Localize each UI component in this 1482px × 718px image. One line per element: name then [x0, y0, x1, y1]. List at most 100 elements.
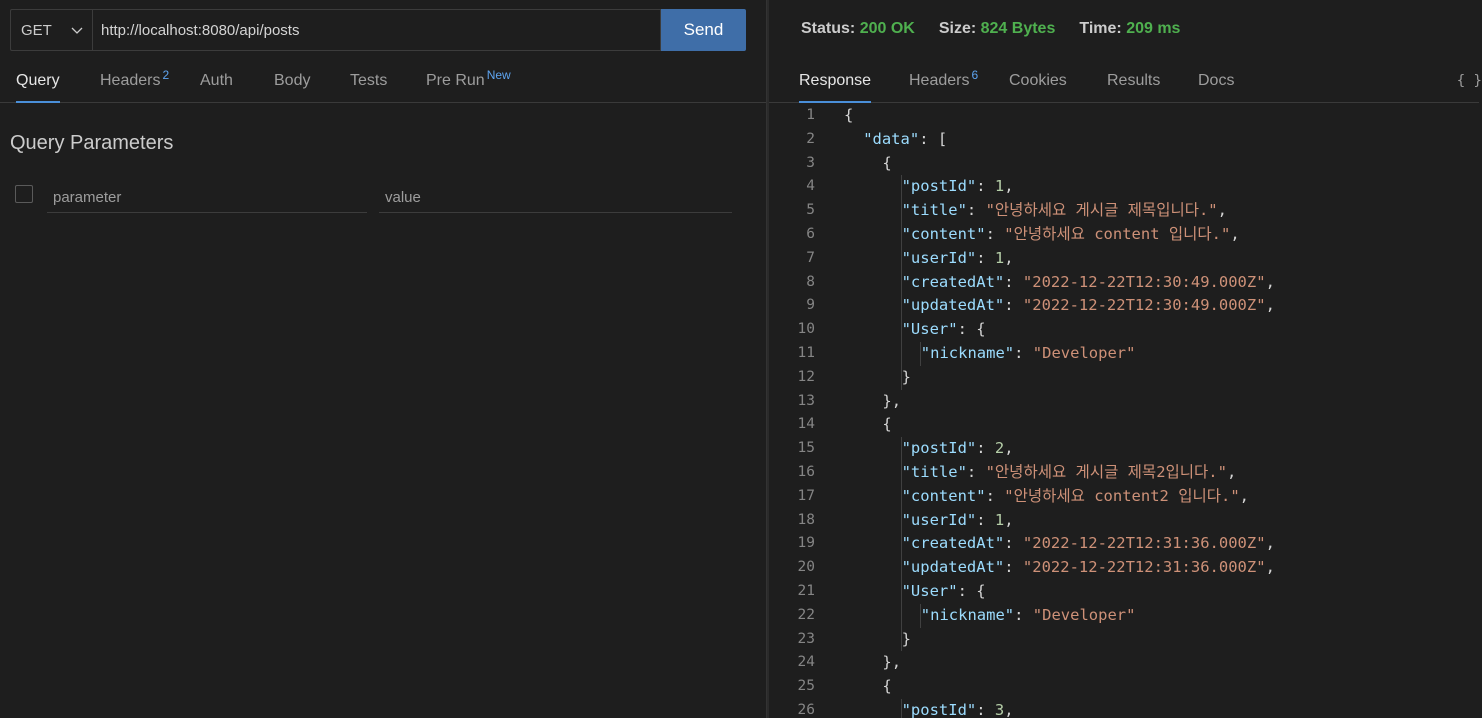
json-string: "Developer" [1032, 343, 1136, 362]
json-key: "title" [901, 201, 967, 220]
json-punctuation: , [1226, 462, 1237, 481]
json-number: 1 [994, 510, 1005, 529]
tab-label: Query [16, 72, 60, 89]
param-enable-checkbox[interactable] [15, 185, 33, 203]
code-line: 12} [769, 365, 1479, 390]
json-punctuation: : [985, 224, 1005, 243]
json-punctuation: , [1217, 201, 1227, 220]
json-punctuation: , [1265, 272, 1275, 291]
request-tab-headers[interactable]: Headers 2 [100, 62, 169, 102]
code-line: 19 "createdAt": "2022-12-22T12:31:36.000Z… [769, 532, 1479, 557]
code-text: "content": "안녕하세요 content2 입니다.", [902, 485, 1249, 509]
response-body-viewer[interactable]: 1{2 "data": [3{4 "postId": 1, 5 "title": "안녕… [769, 104, 1479, 718]
response-tab-headers[interactable]: Headers 6 [909, 62, 978, 102]
code-text: "nickname": "Developer" [921, 342, 1136, 366]
tab-label: Headers [100, 72, 161, 89]
code-text: "postId": 1, [902, 175, 1014, 199]
code-text: "updatedAt": "2022-12-22T12:30:49.000Z", [902, 294, 1275, 318]
code-line: 6 "content": "안녕하세요 content 입니다.", [769, 222, 1479, 247]
json-number: 1 [994, 177, 1005, 196]
code-line: 24}, [769, 651, 1479, 675]
line-number: 4 [806, 178, 815, 195]
code-text: "title": "안녕하세요 게시글 제목입니다.", [902, 199, 1227, 223]
request-tab-tests[interactable]: Tests [350, 62, 387, 102]
code-line: 4 "postId": 1, [769, 175, 1479, 200]
request-tab-query[interactable]: Query [16, 62, 60, 103]
code-line: 22 "nickname": "Developer" [769, 603, 1479, 628]
json-punctuation: : { [957, 320, 986, 339]
status-label: Status: [801, 20, 856, 37]
line-number: 11 [797, 344, 815, 361]
format-json-icon[interactable]: { } [1457, 73, 1482, 89]
json-punctuation: : [1014, 343, 1033, 362]
code-line: 23} [769, 627, 1479, 652]
response-tabs: Response Headers 6 Cookies Results Docs [769, 62, 1479, 103]
line-number: 1 [806, 107, 815, 123]
json-key: "userId" [901, 248, 977, 267]
json-punctuation: { [844, 106, 854, 124]
method-label: GET [21, 21, 52, 39]
param-name-input[interactable] [47, 182, 367, 213]
json-punctuation: : [976, 700, 995, 718]
code-text: }, [882, 390, 901, 414]
code-line: 1{ [769, 104, 1479, 128]
code-line: 8 "createdAt": "2022-12-22T12:30:49.000Z"… [769, 270, 1479, 295]
code-line: 15 "postId": 2, [769, 437, 1479, 461]
code-text: "title": "안녕하세요 게시글 제목2입니다.", [902, 461, 1237, 485]
json-key: "nickname" [920, 343, 1015, 362]
param-value-input[interactable] [379, 182, 732, 213]
line-number: 7 [806, 249, 815, 266]
json-punctuation: : [976, 510, 995, 529]
status-value: 200 OK [859, 20, 915, 37]
tab-label: Pre Run [426, 72, 485, 89]
request-tabs: Query Headers 2 Auth Body Tests Pre Run New [0, 62, 766, 103]
code-text: "createdAt": "2022-12-22T12:30:49.000Z", [902, 271, 1275, 295]
code-line: 5 "title": "안녕하세요 게시글 제목입니다.", [769, 199, 1479, 223]
json-punctuation: : [976, 248, 995, 267]
request-tab-auth[interactable]: Auth [200, 62, 233, 102]
send-button[interactable]: Send [661, 9, 746, 51]
code-text: } [902, 628, 911, 652]
json-string: "2022-12-22T12:31:36.000Z" [1022, 558, 1266, 577]
json-punctuation: : [966, 201, 986, 220]
tab-badge: 6 [971, 68, 979, 82]
json-string: "안녕하세요 게시글 제목입니다." [985, 201, 1218, 220]
json-string: "2022-12-22T12:30:49.000Z" [1022, 296, 1266, 315]
response-tab-cookies[interactable]: Cookies [1009, 62, 1067, 102]
url-input[interactable] [92, 9, 661, 51]
tab-badge: 2 [162, 68, 170, 82]
tab-label: Body [274, 72, 311, 89]
request-bar: GET Send [10, 9, 746, 51]
code-line: 13}, [769, 390, 1479, 414]
response-tab-docs[interactable]: Docs [1198, 62, 1234, 102]
method-select[interactable]: GET [10, 9, 92, 51]
response-tab-response[interactable]: Response [799, 62, 872, 103]
size-indicator: Size: 824 Bytes [939, 20, 1056, 38]
response-tab-results[interactable]: Results [1107, 62, 1160, 102]
size-value: 824 Bytes [980, 20, 1056, 37]
json-key: "updatedAt" [901, 296, 1005, 315]
json-key: "postId" [901, 700, 977, 718]
code-text: "data": [ [863, 128, 947, 152]
code-text: "userId": 1, [902, 509, 1014, 533]
code-line: 18 "userId": 1, [769, 508, 1479, 533]
request-tab-body[interactable]: Body [274, 62, 310, 102]
code-text: { [844, 104, 853, 128]
status-indicator: Status: 200 OK [801, 20, 915, 38]
code-line: 17 "content": "안녕하세요 content2 입니다.", [769, 484, 1479, 509]
json-punctuation: , [1004, 177, 1014, 196]
code-text: "User": { [902, 318, 986, 342]
json-key: "createdAt" [901, 534, 1005, 553]
code-line: 16 "title": "안녕하세요 게시글 제목2입니다.", [769, 460, 1479, 485]
json-punctuation: : [ [919, 129, 948, 148]
json-key: "data" [863, 129, 920, 148]
line-number: 13 [797, 392, 815, 409]
line-number: 15 [797, 440, 815, 457]
line-number: 21 [797, 582, 815, 599]
code-line: 26 "postId": 3, [769, 698, 1479, 718]
code-text: { [882, 152, 891, 176]
tab-label: Tests [350, 72, 388, 89]
json-punctuation: , [1239, 486, 1250, 505]
request-pane: GET Send Query Headers2 Auth Body Tests Pre R… [0, 0, 766, 718]
request-tab-pre-run[interactable]: Pre Run New [426, 62, 511, 102]
